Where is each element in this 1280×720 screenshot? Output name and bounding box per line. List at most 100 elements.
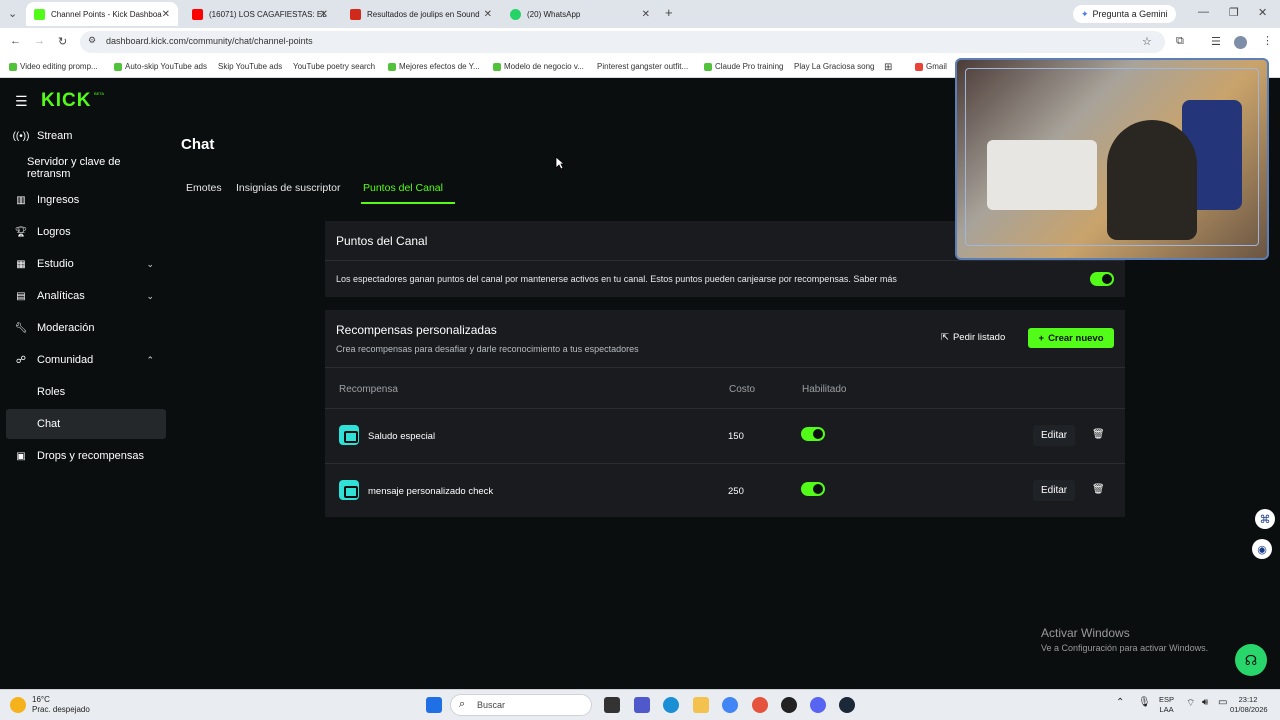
sidebar-item-moderacion[interactable]: 🔧︎ Moderación xyxy=(6,313,166,343)
table-row: Saludo especial 150 Editar 🗑︎ xyxy=(325,409,1125,463)
site-info-icon[interactable]: ⚙ xyxy=(88,35,96,46)
bookmark-item[interactable]: YouTube poetry search xyxy=(293,62,375,71)
task-view-icon[interactable] xyxy=(604,697,620,713)
bookmark-item[interactable]: Auto-skip YouTube ads xyxy=(114,62,207,71)
discord-icon[interactable] xyxy=(810,697,826,713)
browser-tab-soundcloud[interactable]: Resultados de joulips en Sound ✕ xyxy=(342,2,500,26)
close-icon[interactable]: ✕ xyxy=(162,9,170,20)
sidebar-item-stream-key[interactable]: Servidor y clave de retransm xyxy=(6,153,166,183)
url-field[interactable]: ⚙ dashboard.kick.com/community/chat/chan… xyxy=(80,31,1165,53)
close-icon[interactable]: ✕ xyxy=(320,9,328,20)
sidebar-item-drops[interactable]: ▣ Drops y recompensas xyxy=(6,441,166,471)
bookmark-item[interactable]: Video editing promp... xyxy=(9,62,98,71)
chrome-icon[interactable] xyxy=(722,697,738,713)
mouse-cursor-icon xyxy=(555,156,565,170)
sidebar-item-comunidad[interactable]: ☍ Comunidad ⌃ xyxy=(6,345,166,375)
keyboard-layout: LAA xyxy=(1159,705,1174,714)
close-icon[interactable]: ✕ xyxy=(484,9,492,20)
gemini-button[interactable]: ✦ Pregunta a Gemini xyxy=(1073,5,1176,23)
sidebar: ☰ KICK BETA ((•)) Stream Servidor y clav… xyxy=(0,79,172,689)
sidebar-item-estudio[interactable]: ▦ Estudio ⌄ xyxy=(6,249,166,279)
bookmark-item[interactable]: Skip YouTube ads xyxy=(218,62,282,71)
restore-icon[interactable]: ❐ xyxy=(1229,6,1239,19)
sidebar-item-stream[interactable]: ((•)) Stream xyxy=(6,121,166,151)
back-icon[interactable]: ← xyxy=(10,35,21,47)
close-icon[interactable]: ✕ xyxy=(642,9,650,20)
chart-icon: ▥ xyxy=(16,194,26,206)
sidebar-item-chat[interactable]: Chat xyxy=(6,409,166,439)
file-explorer-icon[interactable] xyxy=(693,697,709,713)
watermark-subtitle: Ve a Configuración para activar Windows. xyxy=(1041,643,1209,653)
request-list-button[interactable]: ⇱ Pedir listado xyxy=(941,332,1005,343)
obs-icon[interactable] xyxy=(781,697,797,713)
bookmark-icon xyxy=(9,62,17,71)
divider xyxy=(325,260,1125,261)
sidebar-item-roles[interactable]: Roles xyxy=(6,377,166,407)
bookmark-item[interactable]: Play La Graciosa song xyxy=(794,62,875,71)
bookmark-item[interactable]: Modelo de negocio v... xyxy=(493,62,584,71)
request-list-label: Pedir listado xyxy=(952,332,1006,343)
reward-enabled-toggle[interactable] xyxy=(801,482,825,496)
trash-icon[interactable]: 🗑︎ xyxy=(1092,484,1105,495)
menu-icon[interactable]: ⋮ xyxy=(1262,34,1273,47)
browser-tab-whatsapp[interactable]: (20) WhatsApp ✕ xyxy=(502,2,658,26)
edge-icon[interactable] xyxy=(663,697,679,713)
column-header-enabled: Habilitado xyxy=(802,384,847,395)
reward-cost: 150 xyxy=(728,431,744,442)
bookmark-item[interactable]: Gmail xyxy=(915,62,947,71)
create-new-button[interactable]: + Crear nuevo xyxy=(1028,328,1114,348)
channel-points-toggle[interactable] xyxy=(1090,272,1114,286)
bookmark-icon xyxy=(114,62,122,71)
tab-title: (20) WhatsApp xyxy=(527,9,581,19)
support-chat-button[interactable]: ☊ xyxy=(1235,644,1267,676)
edit-button[interactable]: Editar xyxy=(1033,480,1076,501)
window-close-icon[interactable]: ✕ xyxy=(1258,6,1267,19)
tab-emotes[interactable]: Emotes xyxy=(186,182,222,194)
tray-chevron-up-icon[interactable]: ⌃ xyxy=(1116,697,1124,708)
search-placeholder: Buscar xyxy=(477,700,506,710)
tab-search-icon[interactable]: ⌄ xyxy=(8,7,17,20)
assistant-floating-icon[interactable]: ◉ xyxy=(1252,539,1272,559)
sidebar-item-analiticas[interactable]: ▤ Analíticas ⌄ xyxy=(6,281,166,311)
kick-logo[interactable]: KICK xyxy=(41,90,91,112)
reading-list-icon[interactable]: ☰ xyxy=(1211,35,1221,48)
volume-icon[interactable]: 🔊︎ xyxy=(1202,697,1208,708)
windows-start-icon[interactable] xyxy=(426,697,442,713)
bookmark-star-icon[interactable]: ☆ xyxy=(1142,35,1152,48)
edit-button[interactable]: Editar xyxy=(1033,425,1076,446)
language-indicator[interactable]: ESP LAA xyxy=(1159,695,1174,715)
microphone-icon[interactable]: 🎙︎ xyxy=(1138,697,1151,708)
bookmark-item[interactable]: Pinterest gangster outfit... xyxy=(597,62,688,71)
bookmark-item[interactable]: Claude Pro training xyxy=(704,62,783,71)
reload-icon[interactable]: ↻ xyxy=(58,35,67,48)
extension-floating-icon[interactable]: ⌘ xyxy=(1255,509,1275,529)
tab-subscriber-badges[interactable]: Insignias de suscriptor xyxy=(236,182,340,194)
wifi-icon[interactable]: ⌔ xyxy=(1186,697,1195,710)
gemini-label: Pregunta a Gemini xyxy=(1092,9,1168,19)
browser-tab-youtube[interactable]: (16071) LOS CAGAFIESTAS: EL D ✕ xyxy=(184,2,336,26)
tab-channel-points[interactable]: Puntos del Canal xyxy=(363,182,443,194)
channel-points-heading: Puntos del Canal xyxy=(336,234,428,248)
sidebar-item-ingresos[interactable]: ▥ Ingresos xyxy=(6,185,166,215)
minimize-icon[interactable]: — xyxy=(1198,6,1209,18)
weather-widget[interactable]: 16°C Prac. despejado xyxy=(10,695,90,715)
taskbar-search[interactable]: ⌕ Buscar xyxy=(450,694,592,716)
trash-icon[interactable]: 🗑︎ xyxy=(1092,429,1105,440)
profile-avatar[interactable] xyxy=(1234,36,1247,49)
chevron-up-icon: ⌃ xyxy=(146,354,154,365)
sidebar-item-logros[interactable]: 🏆︎ Logros xyxy=(6,217,166,247)
steam-icon[interactable] xyxy=(839,697,855,713)
browser-tab-kick[interactable]: Channel Points - Kick Dashboa ✕ xyxy=(26,2,178,26)
new-tab-icon[interactable]: + xyxy=(665,5,673,20)
app-burst-icon[interactable] xyxy=(752,697,768,713)
battery-icon[interactable]: ▭ xyxy=(1218,697,1227,708)
hamburger-menu-icon[interactable]: ☰ xyxy=(15,93,28,110)
apps-grid-icon[interactable]: ⊞ xyxy=(884,62,892,73)
bookmark-item[interactable]: Mejores efectos de Y... xyxy=(388,62,480,71)
teams-icon[interactable] xyxy=(634,697,650,713)
reward-enabled-toggle[interactable] xyxy=(801,427,825,441)
gemini-icon: ✦ xyxy=(1081,8,1089,19)
extensions-icon[interactable]: ⧉ xyxy=(1176,35,1184,48)
clock[interactable]: 23:12 01/08/2026 xyxy=(1230,695,1268,715)
forward-icon[interactable]: → xyxy=(34,35,45,47)
